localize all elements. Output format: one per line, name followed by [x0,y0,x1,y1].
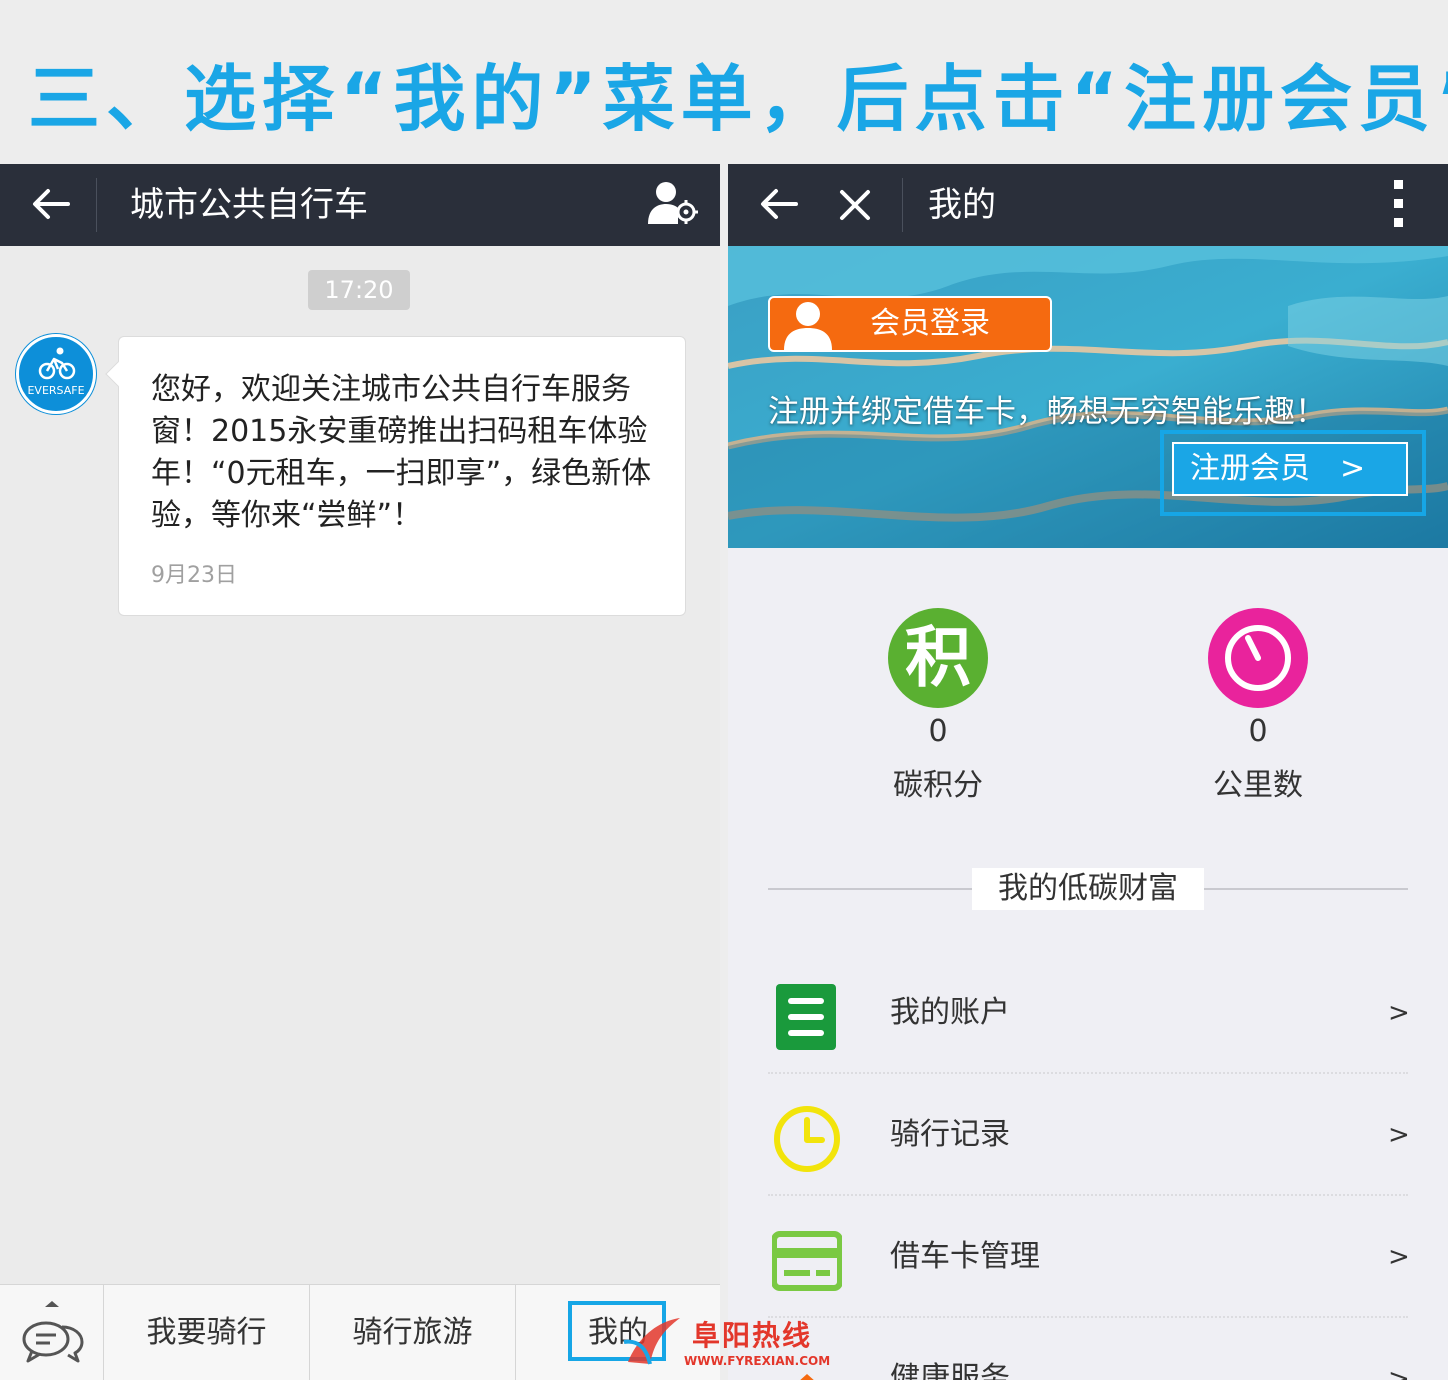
carbon-points-stat[interactable]: 积 0 碳积分 [838,608,1038,808]
bicycle-icon [38,347,76,380]
register-member-label: 注册会员 > [1190,451,1366,486]
instruction-banner: 三、选择“我的”菜单，后点击“注册会员”。 [0,0,1448,164]
row-ride-history[interactable]: 骑行记录 > [768,1074,1410,1196]
member-login-button[interactable]: 会员登录 [768,296,1052,352]
kilometers-value: 0 [1248,714,1268,749]
section-title: 我的低碳财富 [972,868,1204,910]
close-icon[interactable] [838,188,872,222]
mine-title: 我的 [928,185,996,225]
menu-tour[interactable]: 骑行旅游 [310,1285,516,1380]
row-health-service[interactable]: 健康服务 > [768,1318,1410,1380]
clock-icon [774,1106,840,1172]
timestamp-badge: 17:20 [308,270,410,310]
carbon-points-glyph: 积 [905,619,971,696]
carbon-points-label: 碳积分 [893,768,983,803]
mine-screen: 我的 会员登录 注册并绑定借车卡，畅想无穷智能乐趣！ 注册会员 > 积 0 碳积… [728,164,1448,1380]
nav-divider [902,178,903,232]
row-health-service-label: 健康服务 [890,1361,1010,1380]
kilometers-stat[interactable]: 0 公里数 [1158,608,1358,808]
back-arrow-icon[interactable] [28,182,72,226]
menu-bar: 我要骑行 骑行旅游 我的 [0,1284,720,1380]
back-arrow-icon[interactable] [756,182,800,226]
eversafe-avatar[interactable]: EVERSAFE [16,334,96,414]
watermark-logo-icon [623,1318,680,1365]
mine-navbar: 我的 [728,164,1448,246]
hero-tagline: 注册并绑定借车卡，畅想无穷智能乐趣！ [768,394,1326,430]
avatar-brand: EVERSAFE [27,384,85,397]
kilometers-label: 公里数 [1213,768,1303,803]
bubble-tail [105,361,131,387]
more-options-icon[interactable] [1394,180,1404,230]
watermark-name: 阜阳热线 [692,1319,813,1352]
watermark-url: WWW.FYREXIAN.COM [684,1354,831,1368]
chevron-right-icon: > [1388,1242,1410,1272]
carbon-points-value: 0 [928,714,948,749]
chat-navbar: 城市公共自行车 [0,164,720,246]
row-card-management-label: 借车卡管理 [890,1239,1040,1274]
carbon-points-icon: 积 [888,608,988,708]
row-my-account[interactable]: 我的账户 > [768,952,1410,1074]
message-date: 9月23日 [151,563,237,588]
chevron-right-icon: > [1388,998,1410,1028]
chevron-right-icon: > [1388,1364,1410,1380]
person-icon [784,302,832,350]
nav-divider [96,178,97,232]
instruction-text: 三、选择“我的”菜单，后点击“注册会员”。 [28,57,1448,141]
register-member-button[interactable]: 注册会员 > [1172,442,1408,496]
chat-screen: 城市公共自行车 17:20 EVERSAFE 您好，欢迎关注城市公共自行车服务窗… [0,164,720,1380]
list-icon [776,984,836,1050]
stopwatch-icon [1208,608,1308,708]
chevron-right-icon: > [1388,1120,1410,1150]
member-login-label: 会员登录 [870,306,990,341]
message-bubble[interactable]: 您好，欢迎关注城市公共自行车服务窗！2015永安重磅推出扫码租车体验年！“0元租… [105,336,686,616]
chat-title: 城市公共自行车 [130,185,368,225]
row-my-account-label: 我的账户 [890,995,1010,1030]
row-card-management[interactable]: 借车卡管理 > [768,1196,1410,1318]
menu-ride[interactable]: 我要骑行 [104,1285,310,1380]
card-icon [772,1231,842,1291]
account-settings-icon[interactable] [646,180,698,226]
screenshot-root: 三、选择“我的”菜单，后点击“注册会员”。 城市公共自行车 17:20 EVER… [0,0,1448,1380]
keyboard-toggle[interactable] [0,1285,104,1380]
row-ride-history-label: 骑行记录 [890,1117,1010,1152]
message-text: 您好，欢迎关注城市公共自行车服务窗！2015永安重磅推出扫码租车体验年！“0元租… [151,372,652,533]
hero-banner: 会员登录 注册并绑定借车卡，畅想无穷智能乐趣！ 注册会员 > [728,246,1448,548]
chat-bubbles-icon [22,1301,84,1363]
site-watermark: 阜阳热线 WWW.FYREXIAN.COM [620,1312,840,1376]
